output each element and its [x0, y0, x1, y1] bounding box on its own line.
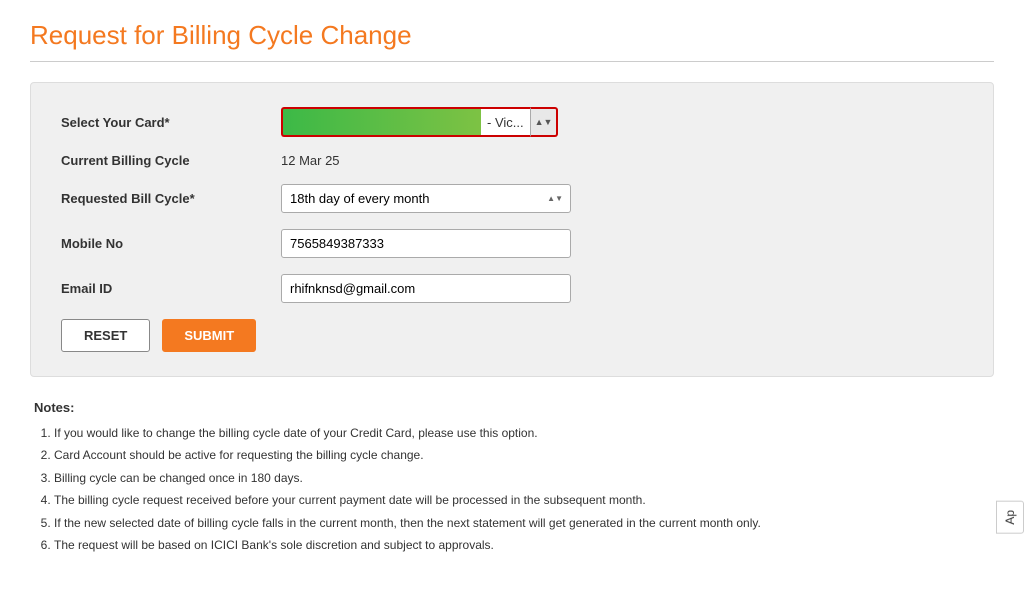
requested-cycle-select-wrapper: 1st day of every month 5th day of every …: [281, 184, 571, 213]
note-item-3: Billing cycle can be changed once in 180…: [54, 468, 990, 488]
card-suffix: - Vic...: [481, 107, 530, 137]
reset-button[interactable]: RESET: [61, 319, 150, 352]
notes-section: Notes: If you would like to change the b…: [30, 397, 994, 555]
mobile-no-input[interactable]: [281, 229, 571, 258]
submit-button[interactable]: SUBMIT: [162, 319, 256, 352]
note-item-6: The request will be based on ICICI Bank'…: [54, 535, 990, 555]
requested-cycle-select[interactable]: 1st day of every month 5th day of every …: [281, 184, 571, 213]
card-green-highlight: [281, 107, 481, 137]
notes-list: If you would like to change the billing …: [34, 423, 990, 555]
note-item-4: The billing cycle request received befor…: [54, 490, 990, 510]
card-select-arrow[interactable]: ▲▼: [530, 107, 559, 137]
page-container: Request for Billing Cycle Change Select …: [0, 0, 1024, 577]
notes-title: Notes:: [34, 397, 990, 419]
email-id-label: Email ID: [61, 281, 281, 296]
requested-bill-cycle-row: Requested Bill Cycle* 1st day of every m…: [61, 184, 963, 213]
current-billing-cycle-value: 12 Mar 25: [281, 153, 340, 168]
select-card-label: Select Your Card*: [61, 115, 281, 130]
page-title: Request for Billing Cycle Change: [30, 20, 994, 51]
section-divider: [30, 61, 994, 62]
note-item-2: Card Account should be active for reques…: [54, 445, 990, 465]
requested-bill-cycle-label: Requested Bill Cycle*: [61, 191, 281, 206]
note-item-5: If the new selected date of billing cycl…: [54, 513, 990, 533]
current-billing-cycle-row: Current Billing Cycle 12 Mar 25: [61, 153, 963, 168]
form-card: Select Your Card* - Vic... ▲▼ Current Bi…: [30, 82, 994, 377]
email-id-row: Email ID: [61, 274, 963, 303]
card-select-wrapper[interactable]: - Vic... ▲▼: [281, 107, 558, 137]
button-row: RESET SUBMIT: [61, 319, 963, 352]
mobile-no-label: Mobile No: [61, 236, 281, 251]
note-item-1: If you would like to change the billing …: [54, 423, 990, 443]
current-billing-cycle-label: Current Billing Cycle: [61, 153, 281, 168]
select-card-row: Select Your Card* - Vic... ▲▼: [61, 107, 963, 137]
mobile-no-row: Mobile No: [61, 229, 963, 258]
floating-action-button[interactable]: Ap: [996, 501, 1024, 534]
email-id-input[interactable]: [281, 274, 571, 303]
